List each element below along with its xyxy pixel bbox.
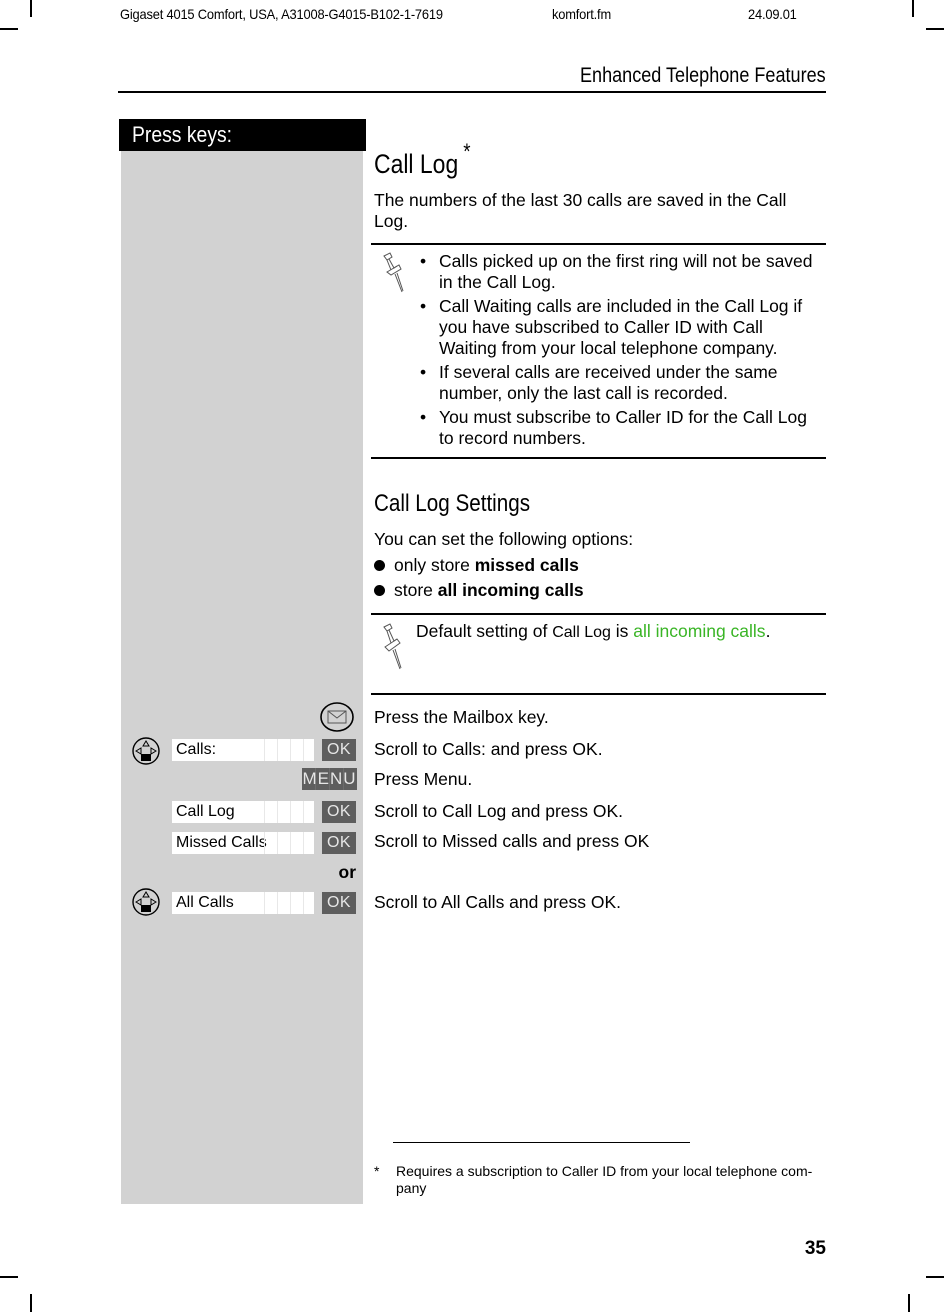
navigation-key-icon[interactable] [131,736,161,766]
crop-mark [0,1276,18,1278]
menu-item-name: Call Log [552,624,611,641]
or-separator: or [338,862,357,882]
note-item: If several calls are received under the … [418,362,823,404]
file-name: komfort.fm [552,6,611,22]
crop-mark [926,28,944,30]
step-text: Press the Mailbox key. [374,707,549,727]
step-text: Press Menu. [374,769,473,789]
default-rule-bottom [371,693,826,695]
call-log-settings-heading: Call Log Settings [374,490,531,517]
ok-softkey[interactable]: OK [322,801,356,823]
option-all-incoming: store all incoming calls [374,580,584,601]
crop-mark [926,1276,944,1278]
footnote-marker: * [463,139,471,164]
footnote-text: Requires a subscription to Caller ID fro… [396,1163,813,1196]
ok-softkey[interactable]: OK [322,739,356,761]
step-text: Scroll to Call Log and press OK. [374,801,624,821]
document-date: 24.09.01 [748,6,797,22]
call-log-heading: Call Log * [374,139,758,180]
document-id: Gigaset 4015 Comfort, USA, A31008-G4015-… [120,6,443,22]
default-note-middle: is [610,621,634,641]
footnote-rule [393,1142,690,1143]
keys-column [121,150,363,1204]
ok-softkey[interactable]: OK [322,832,356,854]
default-note-suffix: . [765,621,771,641]
pushpin-icon [383,623,402,670]
keys-column-header-label: Press keys: [132,122,233,147]
option-prefix: only store [394,555,475,575]
note-item: Call Waiting calls are included in the C… [418,296,823,359]
crop-mark [912,0,914,17]
crop-mark [30,0,32,17]
option-value: all incoming calls [437,580,584,600]
navigation-key-icon[interactable] [131,887,161,917]
header-rule [118,91,826,93]
mailbox-key-icon[interactable] [319,701,355,733]
default-note-prefix: Default setting of [416,621,553,641]
display-field: All Calls [172,892,314,914]
note-item: Calls picked up on the first ring will n… [418,251,823,293]
call-log-notes: Calls picked up on the first ring will n… [418,251,823,452]
call-log-title: Call Log [374,149,459,179]
display-field: Call Log [172,801,314,823]
step-text: Scroll to Missed calls and press OK [374,831,650,851]
default-rule-top [371,613,826,615]
bullet-icon [374,585,385,596]
option-value: missed calls [474,555,579,575]
default-setting-note: Default setting of Call Log is all incom… [416,621,826,643]
bullet-icon [374,560,385,571]
note-item: You must subscribe to Caller ID for the … [418,407,823,449]
pushpin-icon [383,252,404,293]
display-field: Calls: [172,739,314,761]
ok-softkey[interactable]: OK [322,892,356,914]
display-field: Missed Calls [172,832,314,854]
option-missed-calls: only store missed calls [374,555,579,576]
section-title: Enhanced Telephone Features [580,64,826,87]
footnote-marker: * [374,1163,380,1179]
keys-column-header: Press keys: [119,119,366,151]
crop-mark [908,1294,910,1312]
default-value: all incoming calls [633,621,766,641]
page-number: 35 [804,1238,826,1259]
call-log-intro: The numbers of the last 30 calls are sav… [374,190,787,231]
settings-intro: You can set the following options: [374,529,634,549]
option-prefix: store [394,580,438,600]
step-text: Scroll to Calls: and press OK. [374,739,603,759]
note-rule-top [371,243,826,245]
step-text: Scroll to All Calls and press OK. [374,892,622,912]
menu-softkey[interactable]: MENU [302,768,357,790]
footnote: * Requires a subscription to Caller ID f… [374,1163,826,1197]
crop-mark [0,28,18,30]
crop-mark [30,1294,32,1312]
note-rule-bottom [371,457,826,459]
